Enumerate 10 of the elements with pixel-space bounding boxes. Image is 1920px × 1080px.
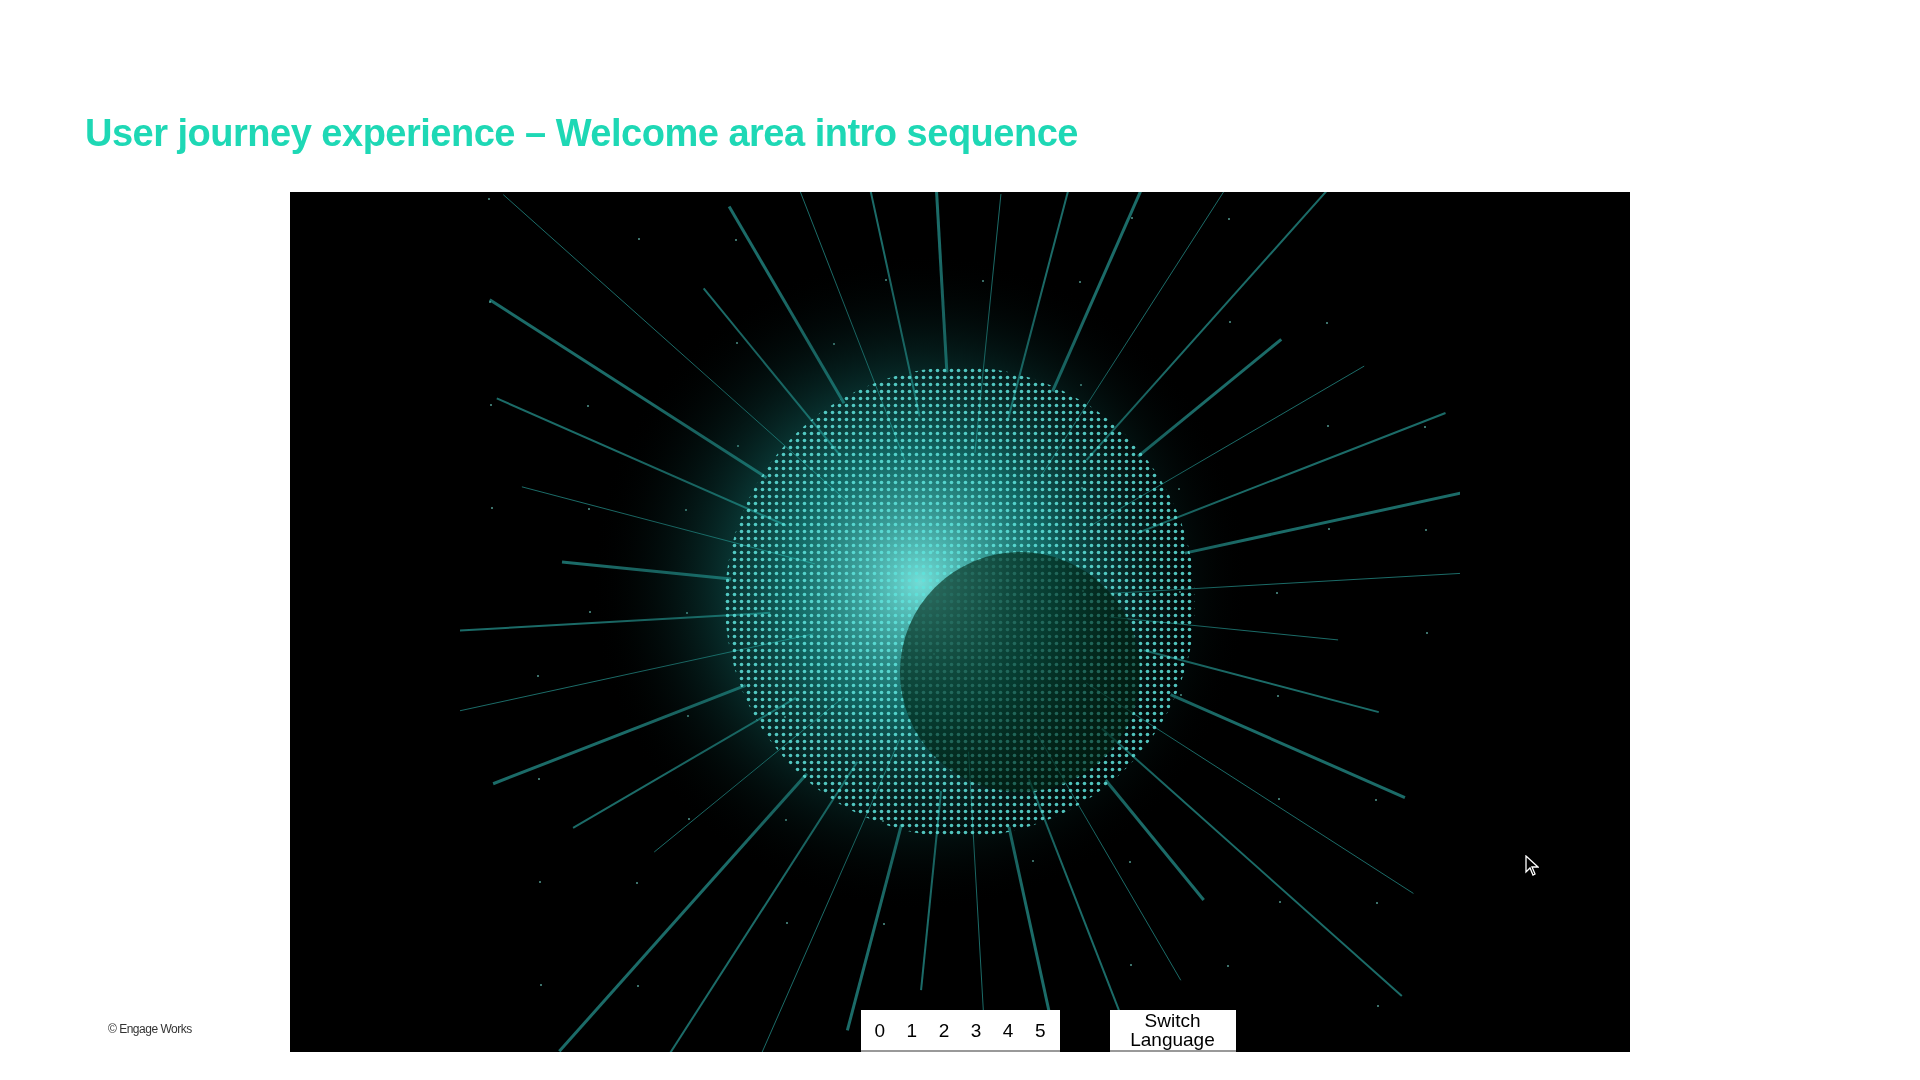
scene-number-button[interactable]: 1 [902, 1020, 922, 1040]
switch-language-button[interactable]: Switch Language [1109, 1010, 1236, 1052]
cursor-icon [1525, 855, 1539, 877]
scene-number-button[interactable]: 0 [870, 1020, 890, 1040]
scene-number-button[interactable]: 5 [1030, 1020, 1050, 1040]
copyright-text: © Engage Works [108, 1021, 192, 1038]
scene-number-button[interactable]: 4 [998, 1020, 1018, 1040]
scene-number-button[interactable]: 2 [934, 1020, 954, 1040]
scene-number-button[interactable]: 3 [966, 1020, 986, 1040]
slide-title: User journey experience – Welcome area intro sequence [85, 111, 1079, 156]
